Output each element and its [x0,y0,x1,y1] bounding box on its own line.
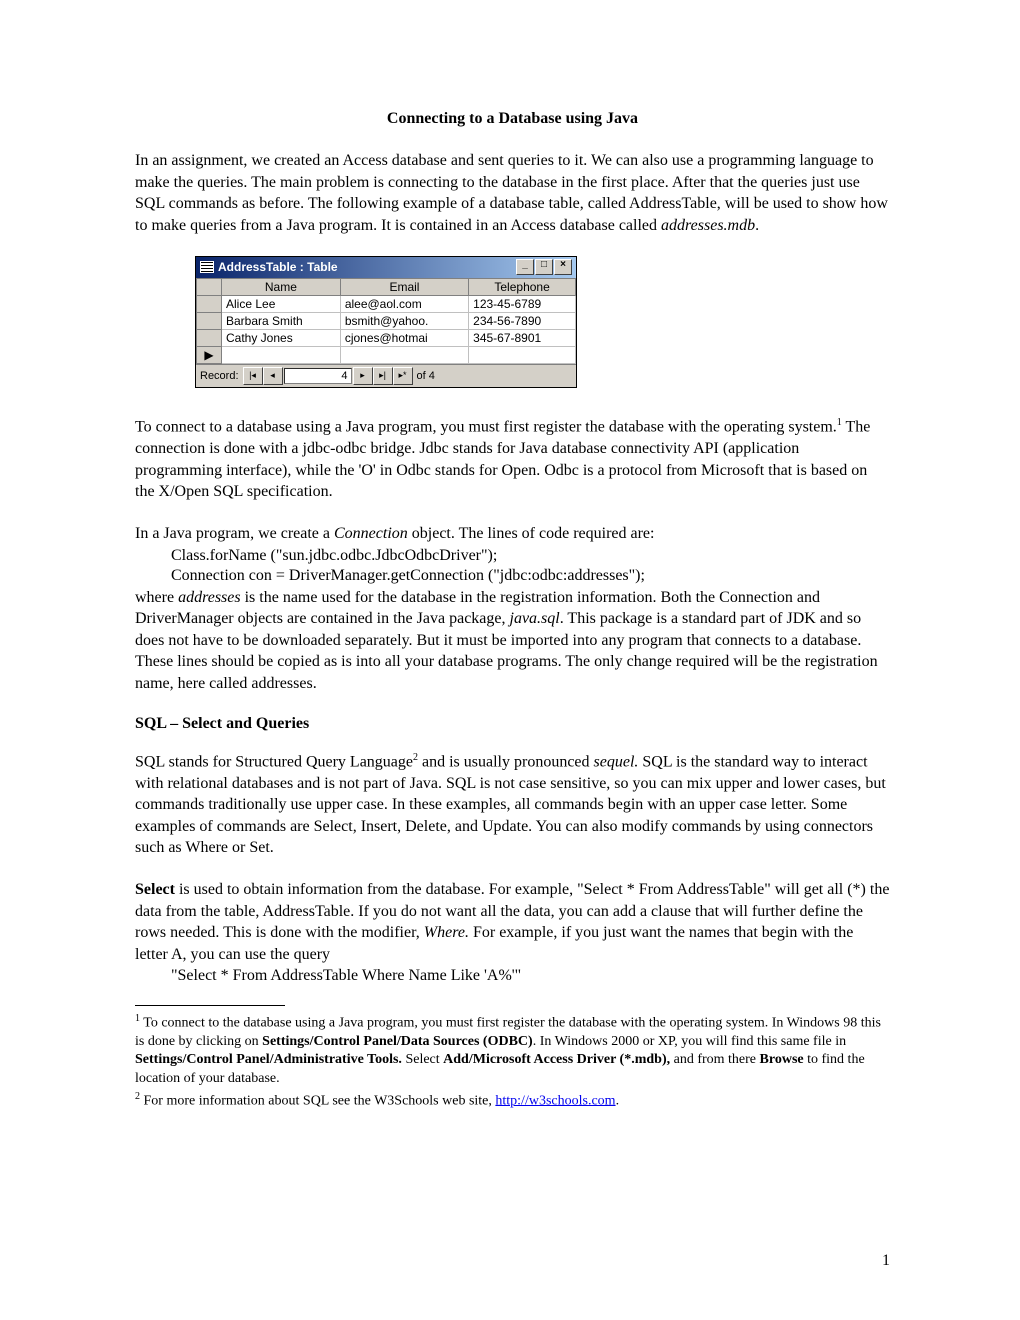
p5-em: sequel. [594,753,639,770]
access-table-window: AddressTable : Table _ □ × Name Email Te… [195,256,577,388]
fn1d: Settings/Control Panel/Administrative To… [135,1052,402,1067]
section-heading-sql: SQL – Select and Queries [135,715,890,733]
fn1e: Select [402,1052,443,1067]
p4a: where [135,589,178,606]
record-label: Record: [200,370,239,382]
p3-em: Connection [334,525,408,542]
col-name[interactable]: Name [222,279,341,296]
new-row[interactable]: ▶ [197,347,576,364]
select-bold: Select [135,881,175,898]
row-selector[interactable] [197,296,222,313]
code-line-3: "Select * From AddressTable Where Name L… [135,967,890,985]
cell-email[interactable]: cjones@hotmai [340,330,468,347]
cell-empty[interactable] [222,347,341,364]
col-email[interactable]: Email [340,279,468,296]
row-selector[interactable] [197,330,222,347]
fn2b: . [616,1093,620,1108]
window-title-text: AddressTable : Table [218,260,515,274]
code-line-2: Connection con = DriverManager.getConnec… [135,567,890,585]
close-button[interactable]: × [554,259,572,275]
code-line-1: Class.forName ("sun.jdbc.odbc.JdbcOdbcDr… [135,547,890,565]
intro-tail: . [755,217,759,234]
col-telephone[interactable]: Telephone [469,279,576,296]
footnote-2: 2 For more information about SQL see the… [135,1090,890,1111]
datasheet-icon [200,261,214,273]
footnote-link[interactable]: http://w3schools.com [495,1093,615,1108]
fn2a: For more information about SQL see the W… [140,1093,495,1108]
fn1c: . In Windows 2000 or XP, you will find t… [533,1034,846,1049]
maximize-button[interactable]: □ [535,259,553,275]
cell-telephone[interactable]: 123-45-6789 [469,296,576,313]
next-record-button[interactable]: ▸ [353,367,373,385]
record-number-input[interactable] [284,368,352,384]
cell-name[interactable]: Alice Lee [222,296,341,313]
current-row-indicator[interactable]: ▶ [197,347,222,364]
corner-cell [197,279,222,296]
fn1f: Add/Microsoft Access Driver (*.mdb), [443,1052,670,1067]
p3b: object. The lines of code required are: [408,525,655,542]
p5a: SQL stands for Structured Query Language [135,753,413,770]
p5b: and is usually pronounced [418,753,594,770]
cell-telephone[interactable]: 345-67-8901 [469,330,576,347]
p6-em: Where. [424,924,469,941]
fn1b: Settings/Control Panel/Data Sources (ODB… [262,1034,533,1049]
row-selector[interactable] [197,313,222,330]
paragraph-sql: SQL stands for Structured Query Language… [135,751,890,859]
footnote-separator [135,1005,285,1006]
fn1g: and from there [670,1052,759,1067]
p2a: To connect to a database using a Java pr… [135,419,837,436]
p4-em2: java.sql [510,610,560,627]
window-titlebar: AddressTable : Table _ □ × [196,257,576,278]
p3a: In a Java program, we create a [135,525,334,542]
table-row[interactable]: Alice Lee alee@aol.com 123-45-6789 [197,296,576,313]
address-table: Name Email Telephone Alice Lee alee@aol.… [196,278,576,364]
record-of-label: of 4 [417,370,435,382]
cell-name[interactable]: Cathy Jones [222,330,341,347]
last-record-button[interactable]: ▸| [373,367,393,385]
intro-paragraph: In an assignment, we created an Access d… [135,150,890,236]
table-row[interactable]: Cathy Jones cjones@hotmai 345-67-8901 [197,330,576,347]
cell-name[interactable]: Barbara Smith [222,313,341,330]
paragraph-where-addresses: where addresses is the name used for the… [135,587,890,695]
paragraph-connection-obj: In a Java program, we create a Connectio… [135,523,890,545]
header-row: Name Email Telephone [197,279,576,296]
page-number: 1 [882,1252,890,1270]
cell-empty[interactable] [340,347,468,364]
intro-filename: addresses.mdb [661,217,755,234]
page-title: Connecting to a Database using Java [135,110,890,128]
fn1h: Browse [760,1052,804,1067]
footnote-1: 1 To connect to the database using a Jav… [135,1012,890,1087]
cell-empty[interactable] [469,347,576,364]
p4-em: addresses [178,589,241,606]
cell-email[interactable]: bsmith@yahoo. [340,313,468,330]
intro-text: In an assignment, we created an Access d… [135,152,888,234]
record-navigator: Record: |◂ ◂ ▸ ▸| ▸* of 4 [196,364,576,387]
cell-telephone[interactable]: 234-56-7890 [469,313,576,330]
new-record-button[interactable]: ▸* [393,367,413,385]
minimize-button[interactable]: _ [516,259,534,275]
table-row[interactable]: Barbara Smith bsmith@yahoo. 234-56-7890 [197,313,576,330]
paragraph-connect: To connect to a database using a Java pr… [135,416,890,503]
paragraph-select: Select is used to obtain information fro… [135,879,890,965]
first-record-button[interactable]: |◂ [243,367,263,385]
prev-record-button[interactable]: ◂ [263,367,283,385]
cell-email[interactable]: alee@aol.com [340,296,468,313]
